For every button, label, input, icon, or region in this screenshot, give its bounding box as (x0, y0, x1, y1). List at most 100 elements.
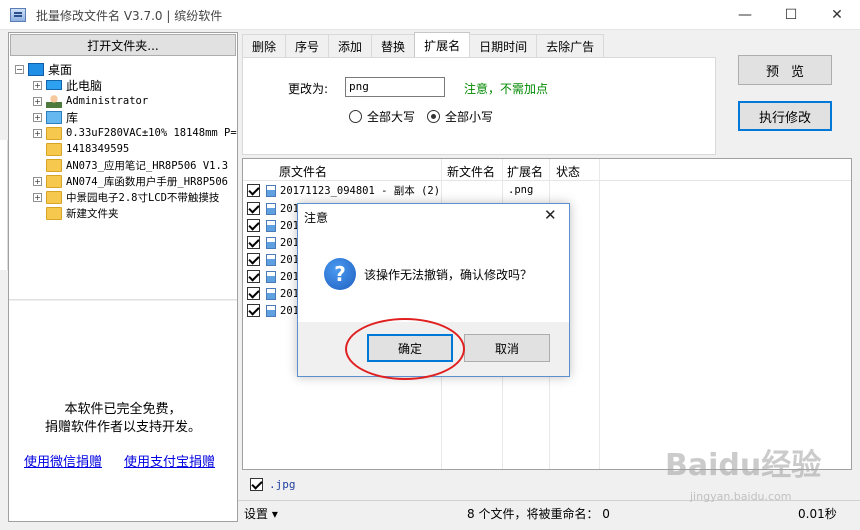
window-title: 批量修改文件名 V3.7.0 | 缤纷软件 (36, 9, 223, 23)
preview-button[interactable]: 预览 (738, 55, 832, 85)
tab-add[interactable]: 添加 (328, 34, 373, 58)
tree-item-label: AN074_库函数用户手册_HR8P506 (66, 175, 229, 188)
tree-item-label: 桌面 (48, 62, 73, 77)
maximize-button[interactable]: ☐ (768, 0, 814, 30)
filter-label: .jpg (269, 478, 296, 491)
donate-wechat-link[interactable]: 使用微信捐赠 (24, 451, 102, 470)
tree-item-folder[interactable]: + AN074_库函数用户手册_HR8P506 (33, 173, 228, 189)
column-extension[interactable]: 扩展名 (507, 163, 543, 180)
library-icon (46, 110, 62, 124)
tree-item-folder[interactable]: 1418349595 (33, 141, 129, 157)
donate-alipay-link[interactable]: 使用支付宝捐赠 (124, 451, 215, 470)
row-checkbox[interactable] (247, 270, 260, 283)
tab-extension[interactable]: 扩展名 (414, 32, 471, 58)
background-window-edge (0, 140, 8, 270)
table-row[interactable]: 201 (247, 268, 299, 285)
image-file-icon (266, 270, 276, 283)
tree-item-label: Administrator (66, 95, 149, 107)
table-row[interactable]: 20171123_094801 - 副本 (2) (247, 182, 440, 199)
image-file-icon (266, 304, 276, 317)
expand-icon[interactable]: + (33, 80, 42, 90)
cancel-button[interactable]: 取消 (464, 334, 550, 362)
extension-input[interactable]: png (345, 77, 445, 97)
no-dot-hint: 注意，不需加点 (464, 82, 549, 96)
free-notice-line: 本软件已完全免费， (64, 402, 182, 417)
status-bar: 设置 ▾ 8 个文件，将被重命名： 0 0.01秒 (238, 500, 860, 522)
desktop-icon (28, 62, 44, 76)
lowercase-radio[interactable]: 全部小写 (427, 108, 493, 125)
tree-item-this-pc[interactable]: + 此电脑 (33, 77, 102, 93)
image-file-icon (266, 202, 276, 215)
row-checkbox[interactable] (247, 202, 260, 215)
extension-filter[interactable]: .jpg (250, 478, 296, 491)
row-checkbox[interactable] (247, 236, 260, 249)
folder-icon (46, 190, 62, 204)
tab-replace[interactable]: 替换 (371, 34, 416, 58)
open-folder-button[interactable]: 打开文件夹... (10, 34, 236, 56)
radio-circle-selected[interactable] (427, 110, 440, 123)
tab-delete[interactable]: 删除 (242, 34, 287, 58)
tree-item-label: 0.33uF280VAC±10% 18148mm P= (66, 127, 237, 139)
filter-checkbox[interactable] (250, 478, 263, 491)
user-icon (46, 94, 62, 108)
tree-item-folder[interactable]: AN073_应用笔记_HR8P506 V1.3 (33, 157, 228, 173)
tab-remove-ads[interactable]: 去除广告 (536, 34, 605, 58)
settings-menu[interactable]: 设置 ▾ (244, 505, 278, 522)
image-file-icon (266, 236, 276, 249)
tree-item-folder[interactable]: 新建文件夹 (33, 205, 119, 221)
image-file-icon (266, 184, 276, 197)
expand-icon[interactable]: + (33, 112, 42, 122)
tree-item-folder[interactable]: + 0.33uF280VAC±10% 18148mm P= (33, 125, 237, 141)
row-checkbox[interactable] (247, 304, 260, 317)
row-checkbox[interactable] (247, 184, 260, 197)
tree-item-administrator[interactable]: + Administrator (33, 93, 148, 109)
extension-panel: 更改为: png 注意，不需加点 全部大写 全部小写 (242, 57, 716, 155)
table-row[interactable]: 201 (247, 302, 299, 319)
uppercase-radio[interactable]: 全部大写 (349, 108, 415, 125)
folder-icon (46, 142, 62, 156)
column-status[interactable]: 状态 (556, 163, 580, 180)
folder-panel: 打开文件夹... − 桌面 + 此电脑 + Administrator + 库 … (8, 32, 238, 522)
expand-icon[interactable]: + (33, 176, 42, 186)
file-list-header: 原文件名 新文件名 扩展名 状态 (243, 159, 851, 181)
folder-tree[interactable]: − 桌面 + 此电脑 + Administrator + 库 + 0.33uF2… (9, 57, 237, 301)
tab-sequence[interactable]: 序号 (285, 34, 330, 58)
expand-icon[interactable]: + (33, 96, 42, 106)
tree-item-label: AN073_应用笔记_HR8P506 V1.3 (66, 159, 229, 172)
tree-item-label: 新建文件夹 (66, 207, 119, 220)
baidu-watermark-url: jingyan.baidu.com (690, 490, 792, 503)
table-row[interactable]: 201 (247, 285, 299, 302)
minimize-button[interactable]: — (722, 0, 768, 30)
folder-icon (46, 206, 62, 220)
table-row[interactable]: 201 (247, 251, 299, 268)
folder-icon (46, 158, 62, 172)
row-checkbox[interactable] (247, 253, 260, 266)
execute-button[interactable]: 执行修改 (738, 101, 832, 131)
radio-circle[interactable] (349, 110, 362, 123)
question-icon: ? (324, 258, 356, 290)
app-icon (10, 8, 26, 22)
row-checkbox[interactable] (247, 219, 260, 232)
tree-item-desktop[interactable]: − 桌面 (15, 61, 72, 77)
collapse-icon[interactable]: − (15, 64, 24, 74)
table-row[interactable]: 201 (247, 234, 299, 251)
tab-datetime[interactable]: 日期时间 (469, 34, 538, 58)
free-notice: 本软件已完全免费， 捐赠软件作者以支持开发。 (9, 401, 237, 437)
tree-item-library[interactable]: + 库 (33, 109, 78, 125)
table-row[interactable]: 201 (247, 200, 299, 217)
expand-icon[interactable]: + (33, 192, 42, 202)
row-checkbox[interactable] (247, 287, 260, 300)
expand-icon[interactable]: + (33, 128, 42, 138)
close-button[interactable]: ✕ (814, 0, 860, 30)
image-file-icon (266, 287, 276, 300)
tree-item-label: 中景园电子2.8寸LCD不带触摸技 (66, 191, 220, 204)
dialog-close-icon[interactable]: ✕ (544, 206, 557, 224)
lowercase-label: 全部小写 (445, 110, 494, 124)
column-new-name[interactable]: 新文件名 (447, 163, 495, 180)
tree-item-folder[interactable]: + 中景园电子2.8寸LCD不带触摸技 (33, 189, 219, 205)
tree-horizontal-scrollbar[interactable]: ❮ ❯ (9, 299, 237, 301)
column-original-name[interactable]: 原文件名 (279, 163, 327, 180)
table-row[interactable]: 201 (247, 217, 299, 234)
folder-icon (46, 126, 62, 140)
folder-icon (46, 174, 62, 188)
